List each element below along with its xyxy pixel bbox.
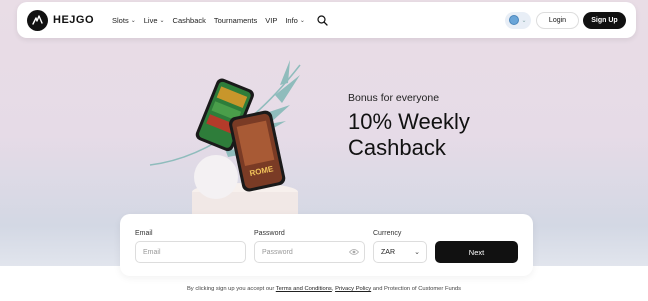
nav-item-info[interactable]: Info ⌄	[285, 16, 305, 25]
chevron-down-icon: ⌄	[299, 17, 305, 24]
hero-subtitle: Bonus for everyone	[348, 92, 440, 104]
nav-item-label: Cashback	[172, 15, 206, 25]
chevron-down-icon: ⌄	[521, 17, 527, 24]
hero-text: Bonus for everyone 10% Weekly Cashback	[348, 92, 470, 161]
disclaimer-suffix: and Protection of Customer Funds	[371, 286, 462, 292]
login-button[interactable]: Login	[536, 11, 579, 29]
email-field[interactable]: Email	[135, 241, 246, 263]
globe-icon	[509, 15, 520, 25]
next-button[interactable]: Next	[435, 241, 518, 263]
email-label: Email	[135, 230, 153, 237]
password-placeholder: Password	[262, 248, 293, 256]
chevron-down-icon: ⌄	[130, 17, 136, 24]
chevron-down-icon: ⌄	[159, 17, 165, 24]
nav-item-slots[interactable]: Slots ⌄	[112, 16, 136, 25]
language-selector[interactable]: ⌄	[505, 11, 531, 29]
hero-title-line2: Cashback	[348, 135, 446, 160]
top-navbar: HEJGO Slots ⌄ Live ⌄ Cashback Tournament…	[17, 2, 636, 38]
nav-item-tournaments[interactable]: Tournaments	[214, 16, 257, 25]
logo-icon	[27, 9, 48, 31]
chevron-down-icon: ⌄	[414, 249, 420, 256]
password-label: Password	[254, 230, 285, 237]
nav-item-live[interactable]: Live ⌄	[144, 16, 165, 25]
nav-item-vip[interactable]: VIP	[265, 16, 277, 25]
privacy-link[interactable]: Privacy Policy	[335, 286, 371, 292]
email-placeholder: Email	[143, 248, 161, 256]
nav-item-label: Info	[285, 15, 298, 25]
signup-disclaimer: By clicking sign up you accept our Terms…	[0, 286, 648, 292]
hero-illustration: ROME	[149, 60, 301, 220]
terms-link[interactable]: Terms and Conditions	[276, 286, 332, 292]
nav-item-label: Live	[143, 15, 158, 25]
nav-item-cashback[interactable]: Cashback	[173, 16, 206, 25]
brand-name: HEJGO	[53, 14, 95, 26]
white-sphere	[194, 155, 238, 199]
hero-title-line1: 10% Weekly	[348, 109, 470, 134]
brand-logo[interactable]: HEJGO	[27, 9, 95, 31]
search-icon	[317, 14, 328, 26]
currency-select[interactable]: ZAR ⌄	[373, 241, 427, 263]
password-field[interactable]: Password	[254, 241, 365, 263]
nav-item-label: VIP	[265, 15, 278, 25]
disclaimer-prefix: By clicking sign up you accept our	[186, 286, 276, 292]
eye-icon[interactable]	[349, 248, 359, 256]
nav-item-label: Tournaments	[213, 15, 258, 25]
signup-form: Email Email Password Password Currency Z…	[120, 214, 533, 276]
nav-actions: ⌄ Login Sign Up	[505, 11, 626, 29]
search-button[interactable]	[317, 14, 328, 26]
nav-item-label: Slots	[112, 15, 129, 25]
currency-label: Currency	[373, 230, 402, 237]
signup-button[interactable]: Sign Up	[583, 11, 626, 29]
currency-value: ZAR	[381, 248, 395, 256]
main-nav: Slots ⌄ Live ⌄ Cashback Tournaments VIP …	[112, 14, 328, 26]
